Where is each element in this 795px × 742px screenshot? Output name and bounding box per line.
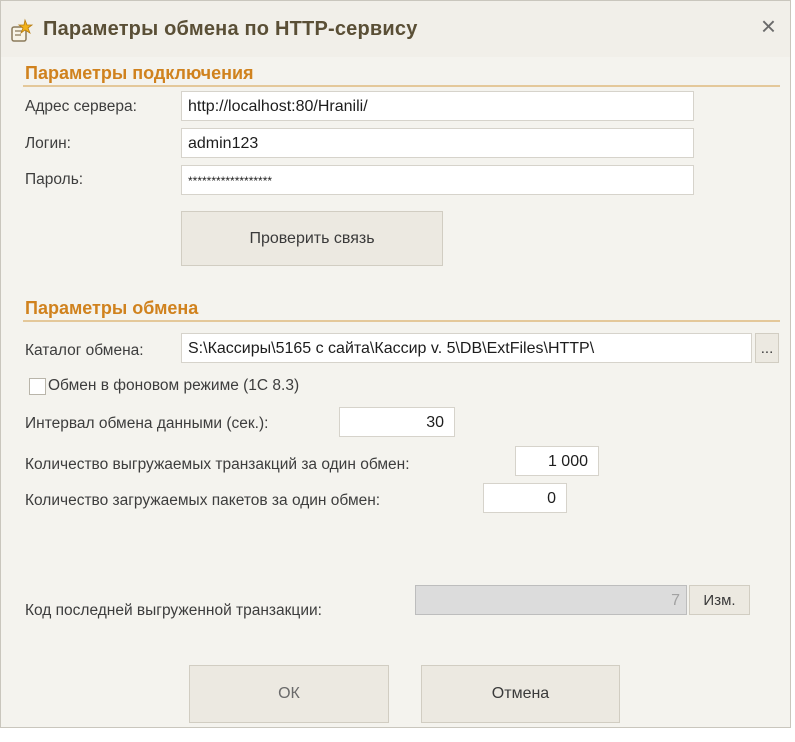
upload-count-input[interactable]: 1 000 [515, 446, 599, 476]
browse-button[interactable]: ... [755, 333, 779, 363]
last-transaction-label: Код последней выгруженной транзакции: [25, 602, 322, 619]
download-count-label: Количество загружаемых пакетов за один о… [25, 492, 381, 509]
background-mode-label: Обмен в фоновом режиме (1С 8.3) [48, 377, 300, 394]
check-connection-button[interactable]: Проверить связь [181, 211, 443, 266]
server-address-label: Адрес сервера: [25, 98, 137, 115]
interval-label: Интервал обмена данными (сек.): [25, 415, 269, 432]
catalog-label: Каталог обмена: [25, 342, 144, 359]
background-mode-checkbox[interactable] [29, 378, 46, 395]
title-bar[interactable]: Параметры обмена по HTTP-сервису × [1, 1, 790, 57]
connection-section-title: Параметры подключения [25, 63, 254, 83]
exchange-settings-dialog: Параметры обмена по HTTP-сервису × Парам… [0, 0, 791, 728]
server-address-input[interactable]: http://localhost:80/Hranili/ [181, 91, 694, 121]
upload-count-label: Количество выгружаемых транзакций за оди… [25, 456, 410, 473]
connection-section-divider [23, 85, 780, 87]
app-settings-icon [10, 18, 34, 44]
password-label: Пароль: [25, 171, 84, 188]
exchange-section-divider [23, 320, 780, 322]
download-count-input[interactable]: 0 [483, 483, 567, 513]
password-input[interactable]: ****************** [181, 165, 694, 195]
window-title: Параметры обмена по HTTP-сервису [43, 18, 418, 40]
change-button[interactable]: Изм. [689, 585, 750, 615]
exchange-section-title: Параметры обмена [25, 298, 199, 318]
login-input[interactable]: admin123 [181, 128, 694, 158]
interval-input[interactable]: 30 [339, 407, 455, 437]
close-icon[interactable]: × [761, 13, 776, 39]
login-label: Логин: [25, 135, 71, 152]
ok-button[interactable]: ОК [189, 665, 389, 723]
last-transaction-input: 7 [415, 585, 687, 615]
catalog-input[interactable]: S:\Кассиры\5165 с сайта\Кассир v. 5\DB\E… [181, 333, 752, 363]
cancel-button[interactable]: Отмена [421, 665, 620, 723]
